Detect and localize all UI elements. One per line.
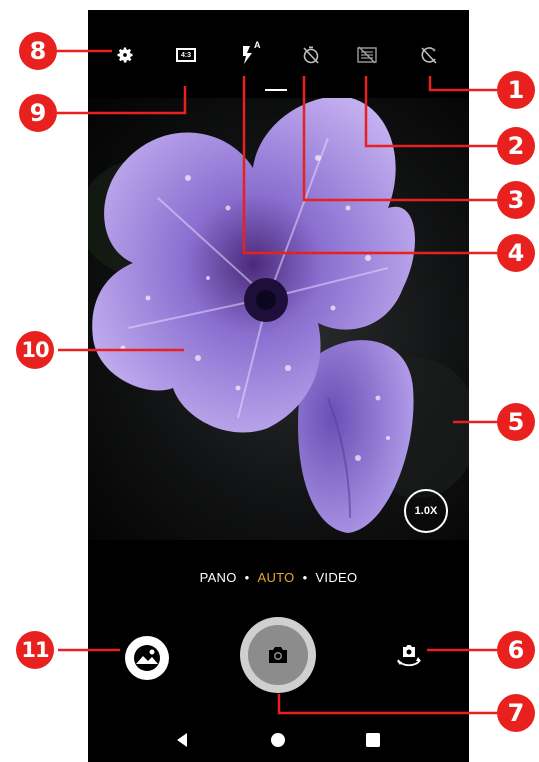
home-icon <box>271 733 285 747</box>
callout-5: 5 <box>497 403 535 441</box>
gear-icon <box>117 47 133 63</box>
mode-selector: PANO • AUTO • VIDEO <box>88 570 469 585</box>
hdr-off-icon <box>357 46 377 64</box>
beauty-mode-button[interactable] <box>416 42 442 68</box>
mode-separator: • <box>302 570 308 585</box>
aspect-ratio-icon: 4:3 <box>176 48 196 62</box>
switch-camera-icon <box>397 645 421 667</box>
nav-back-button[interactable] <box>170 728 194 752</box>
phone-screen: 4:3 A 1.0X PANO • AUTO • VIDEO <box>88 10 469 762</box>
flash-button[interactable]: A <box>236 40 262 68</box>
camera-icon <box>269 647 287 663</box>
flash-auto-label: A <box>254 40 261 50</box>
callout-2: 2 <box>497 127 535 165</box>
gallery-button[interactable] <box>125 636 169 680</box>
mode-separator: • <box>244 570 250 585</box>
callout-1: 1 <box>497 71 535 109</box>
mode-video[interactable]: VIDEO <box>315 570 357 585</box>
aspect-ratio-label: 4:3 <box>180 51 192 59</box>
callout-8: 8 <box>19 32 57 70</box>
callout-6: 6 <box>497 631 535 669</box>
beauty-off-icon <box>421 47 437 64</box>
callout-11: 11 <box>16 631 54 669</box>
flower-preview <box>88 98 469 533</box>
zoom-button[interactable]: 1.0X <box>404 489 448 533</box>
nav-recents-button[interactable] <box>361 728 385 752</box>
settings-button[interactable] <box>112 42 138 68</box>
shutter-inner <box>248 625 308 685</box>
hdr-button[interactable] <box>354 42 380 68</box>
nav-bar <box>88 720 469 762</box>
timer-off-icon <box>303 46 319 64</box>
viewfinder[interactable]: 1.0X <box>88 98 469 540</box>
recents-icon <box>366 733 380 747</box>
mode-pano[interactable]: PANO <box>200 570 237 585</box>
timer-button[interactable] <box>298 42 324 68</box>
shutter-button[interactable] <box>240 617 316 693</box>
nav-home-button[interactable] <box>266 728 290 752</box>
callout-7: 7 <box>497 694 535 732</box>
mode-auto[interactable]: AUTO <box>258 570 295 585</box>
callout-4: 4 <box>497 234 535 272</box>
aspect-ratio-button[interactable]: 4:3 <box>173 42 199 68</box>
switch-camera-button[interactable] <box>391 639 427 675</box>
callout-3: 3 <box>497 181 535 219</box>
back-icon <box>177 733 187 747</box>
callout-9: 9 <box>19 94 57 132</box>
gallery-icon <box>134 645 160 671</box>
mode-indicator <box>265 89 287 91</box>
callout-10: 10 <box>16 331 54 369</box>
top-toolbar: 4:3 A <box>88 36 469 76</box>
